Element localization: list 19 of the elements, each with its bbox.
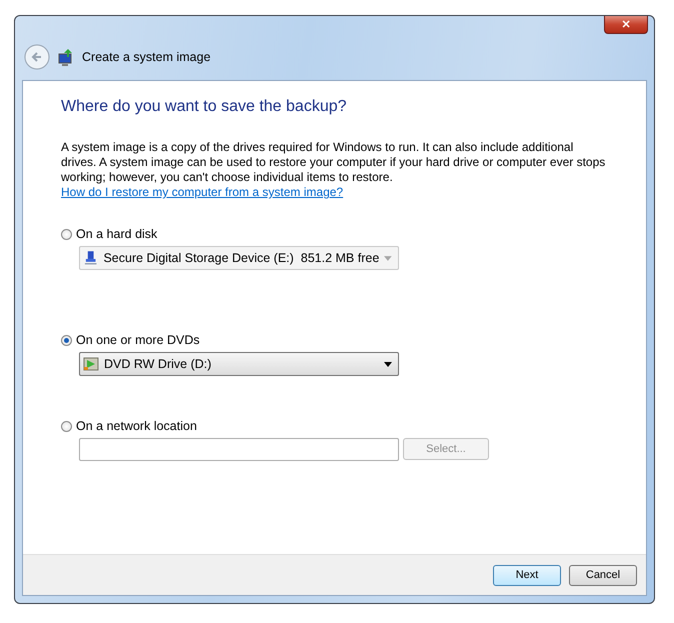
option-label[interactable]: On one or more DVDs	[76, 333, 200, 347]
close-button[interactable]: ✕	[604, 16, 648, 34]
network-location-field[interactable]	[79, 438, 399, 461]
radio-button[interactable]	[61, 420, 72, 432]
drive-dropdown[interactable]: DVD RW Drive (D:)	[79, 352, 399, 376]
dvd-drive-icon	[83, 356, 99, 372]
radio-button[interactable]	[61, 334, 72, 346]
back-button[interactable]	[24, 44, 50, 70]
cancel-button[interactable]: Cancel	[569, 564, 637, 586]
window-title: Create a system image	[82, 50, 211, 64]
help-link[interactable]: How do I restore my computer from a system image?	[61, 185, 344, 199]
page-heading: Where do you want to save the backup?	[61, 98, 348, 116]
dropdown-arrow-icon	[384, 256, 392, 260]
storage-device-icon	[83, 250, 98, 266]
option-label[interactable]: On a network location	[76, 419, 197, 433]
description-text: A system image is a copy of the drives required for Windows to run. It can also include additional drives. A system image can be used to restore your computer if your hard drive or computer ever stops working; however, you can't choose individual items to restore. How do I restore my computer from a system image?	[61, 140, 606, 200]
dropdown-arrow-icon	[384, 362, 392, 366]
next-button[interactable]: Next	[493, 564, 561, 586]
computer-backup-icon	[58, 48, 74, 66]
